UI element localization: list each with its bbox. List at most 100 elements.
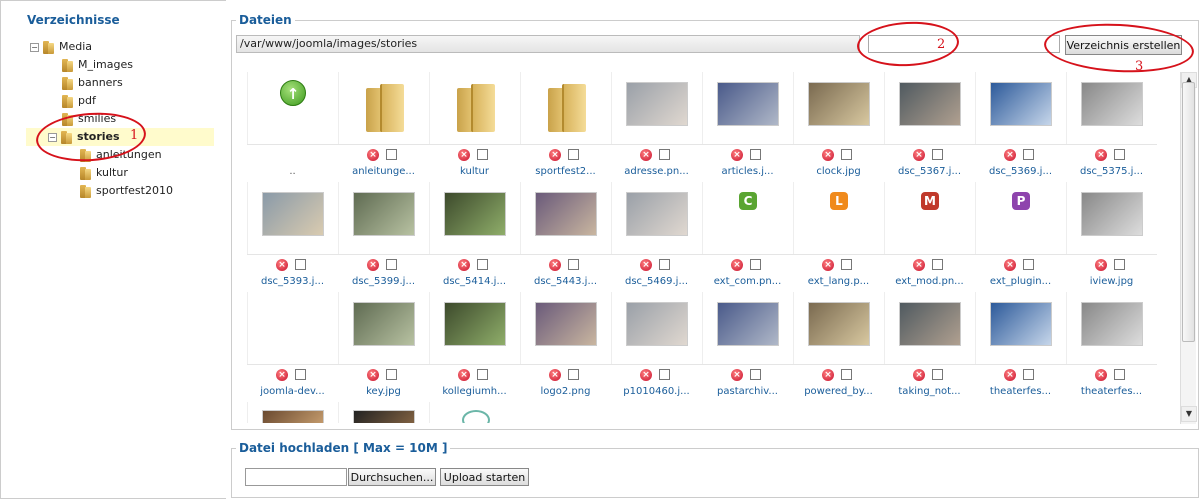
file-thumbnail[interactable]: M xyxy=(884,182,975,254)
select-checkbox[interactable] xyxy=(1114,259,1125,270)
delete-icon[interactable]: × xyxy=(913,369,925,381)
file-item[interactable]: × taking_not... xyxy=(884,292,975,402)
file-thumbnail[interactable]: C xyxy=(702,182,793,254)
file-item[interactable]: × dsc_5399.j... xyxy=(338,182,429,292)
file-item[interactable]: × dsc_5443.j... xyxy=(520,182,611,292)
file-name[interactable]: dsc_5369.j... xyxy=(975,163,1066,181)
file-name[interactable]: theaterfes... xyxy=(1066,383,1157,401)
delete-icon[interactable]: × xyxy=(822,259,834,271)
file-thumbnail[interactable] xyxy=(793,72,884,144)
file-item[interactable]: × anleitunge... xyxy=(338,72,429,182)
select-checkbox[interactable] xyxy=(750,149,761,160)
file-thumbnail[interactable] xyxy=(247,402,338,423)
file-item[interactable]: × dsc_5469.j... xyxy=(611,182,702,292)
delete-icon[interactable]: × xyxy=(549,259,561,271)
file-name[interactable]: articles.j... xyxy=(702,163,793,181)
delete-icon[interactable]: × xyxy=(367,149,379,161)
delete-icon[interactable]: × xyxy=(549,369,561,381)
select-checkbox[interactable] xyxy=(841,149,852,160)
file-thumbnail[interactable] xyxy=(702,292,793,364)
file-name[interactable]: kollegiumh... xyxy=(429,383,520,401)
file-item[interactable]: ↑.. xyxy=(247,72,338,182)
select-checkbox[interactable] xyxy=(932,149,943,160)
file-thumbnail[interactable] xyxy=(611,182,702,254)
file-thumbnail[interactable] xyxy=(611,72,702,144)
file-name[interactable]: p1010460.j... xyxy=(611,383,702,401)
delete-icon[interactable]: × xyxy=(458,149,470,161)
tree-item[interactable]: sportfest2010 xyxy=(66,182,173,200)
scroll-thumb[interactable] xyxy=(1182,82,1195,342)
select-checkbox[interactable] xyxy=(1023,369,1034,380)
tree-item[interactable]: kultur xyxy=(66,164,128,182)
file-thumbnail[interactable] xyxy=(793,292,884,364)
file-thumbnail[interactable] xyxy=(429,402,520,423)
file-name[interactable]: dsc_5399.j... xyxy=(338,273,429,291)
delete-icon[interactable]: × xyxy=(458,259,470,271)
file-name[interactable]: theaterfes... xyxy=(975,383,1066,401)
file-name[interactable]: dsc_5443.j... xyxy=(520,273,611,291)
file-item[interactable]: × p1010460.j... xyxy=(611,292,702,402)
file-thumbnail[interactable] xyxy=(338,402,429,423)
file-name[interactable]: clock.jpg xyxy=(793,163,884,181)
file-name[interactable]: iview.jpg xyxy=(1066,273,1157,291)
file-item[interactable]: × theaterfes... xyxy=(975,292,1066,402)
file-name[interactable]: dsc_5367.j... xyxy=(884,163,975,181)
select-checkbox[interactable] xyxy=(1114,369,1125,380)
delete-icon[interactable]: × xyxy=(640,259,652,271)
file-item[interactable]: × dsc_5367.j... xyxy=(884,72,975,182)
select-checkbox[interactable] xyxy=(386,369,397,380)
browse-button[interactable]: Durchsuchen... xyxy=(348,468,436,486)
delete-icon[interactable]: × xyxy=(1004,149,1016,161)
delete-icon[interactable]: × xyxy=(1004,369,1016,381)
delete-icon[interactable]: × xyxy=(276,259,288,271)
file-item[interactable] xyxy=(338,402,429,423)
file-thumbnail[interactable] xyxy=(429,292,520,364)
delete-icon[interactable]: × xyxy=(640,369,652,381)
delete-icon[interactable]: × xyxy=(640,149,652,161)
file-thumbnail[interactable] xyxy=(1066,292,1157,364)
select-checkbox[interactable] xyxy=(386,149,397,160)
file-item[interactable]: × iview.jpg xyxy=(1066,182,1157,292)
delete-icon[interactable]: × xyxy=(1095,369,1107,381)
up-arrow-icon[interactable]: ↑ xyxy=(280,80,306,106)
file-item[interactable]: × powered_by... xyxy=(793,292,884,402)
file-name[interactable]: .. xyxy=(247,163,338,181)
file-name[interactable]: taking_not... xyxy=(884,383,975,401)
file-item[interactable]: M × ext_mod.pn... xyxy=(884,182,975,292)
folder-icon[interactable] xyxy=(366,84,404,132)
file-thumbnail[interactable] xyxy=(247,292,338,364)
file-thumbnail[interactable] xyxy=(429,72,520,144)
select-checkbox[interactable] xyxy=(386,259,397,270)
select-checkbox[interactable] xyxy=(841,259,852,270)
file-name[interactable]: kultur xyxy=(429,163,520,181)
select-checkbox[interactable] xyxy=(295,259,306,270)
file-item[interactable]: × logo2.png xyxy=(520,292,611,402)
file-thumbnail[interactable] xyxy=(702,72,793,144)
file-item[interactable]: × clock.jpg xyxy=(793,72,884,182)
file-name[interactable]: ext_com.pn... xyxy=(702,273,793,291)
file-thumbnail[interactable] xyxy=(338,292,429,364)
select-checkbox[interactable] xyxy=(1114,149,1125,160)
select-checkbox[interactable] xyxy=(477,369,488,380)
select-checkbox[interactable] xyxy=(750,259,761,270)
file-name[interactable]: pastarchiv... xyxy=(702,383,793,401)
file-thumbnail[interactable] xyxy=(1066,182,1157,254)
select-checkbox[interactable] xyxy=(750,369,761,380)
file-item[interactable] xyxy=(247,402,338,423)
delete-icon[interactable]: × xyxy=(913,259,925,271)
file-thumbnail[interactable] xyxy=(975,72,1066,144)
file-thumbnail[interactable] xyxy=(520,72,611,144)
file-thumbnail[interactable] xyxy=(520,292,611,364)
file-item[interactable]: × adresse.pn... xyxy=(611,72,702,182)
file-item[interactable]: × dsc_5375.j... xyxy=(1066,72,1157,182)
file-item[interactable]: P × ext_plugin... xyxy=(975,182,1066,292)
file-thumbnail[interactable] xyxy=(1066,72,1157,144)
file-item[interactable]: × key.jpg xyxy=(338,292,429,402)
select-checkbox[interactable] xyxy=(568,259,579,270)
file-name[interactable]: ext_lang.p... xyxy=(793,273,884,291)
delete-icon[interactable]: × xyxy=(367,259,379,271)
tree-item[interactable]: − Media xyxy=(30,38,92,56)
upload-file-input[interactable] xyxy=(245,468,347,486)
file-item[interactable]: × pastarchiv... xyxy=(702,292,793,402)
tree-item[interactable]: banners xyxy=(48,74,123,92)
